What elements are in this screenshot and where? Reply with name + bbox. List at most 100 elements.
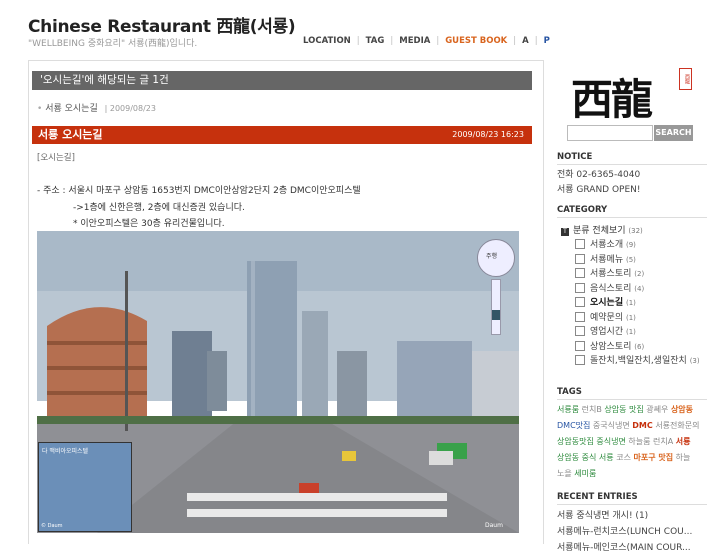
tree-node-icon xyxy=(575,340,585,351)
category-item[interactable]: 영업시간 (1) xyxy=(575,324,708,339)
tree-node-icon xyxy=(575,268,585,278)
category-item[interactable]: 상암스토리 (6) xyxy=(575,339,708,354)
tag-link[interactable]: 런치B xyxy=(582,405,602,414)
category-item-selected[interactable]: 오시는길 (1) xyxy=(575,295,708,310)
nav-guestbook[interactable]: GUEST BOOK xyxy=(445,36,507,46)
category-root-label[interactable]: 분류 전체보기 xyxy=(573,226,626,236)
divider xyxy=(557,399,707,400)
mini-map-label: 다 맥비아오피스텔 xyxy=(42,448,89,455)
tree-node-icon xyxy=(575,355,585,365)
category-name[interactable]: 오시는길 xyxy=(590,298,623,308)
tag-link[interactable]: DMC맛집 xyxy=(557,421,590,430)
tag-link[interactable]: 서룡전화문의 xyxy=(655,421,699,430)
category-name[interactable]: 예약문의 xyxy=(590,313,623,323)
mini-map[interactable]: 다 맥비아오피스텔 © Daum xyxy=(38,442,132,532)
top-nav: LOCATION | TAG | MEDIA | GUEST BOOK | A … xyxy=(303,36,550,46)
tag-link[interactable]: 세미룸 xyxy=(574,469,596,478)
tag-link[interactable]: 상암동 xyxy=(557,453,579,462)
notice-list: 전화 02-6365-4040 서룡 GRAND OPEN! xyxy=(557,168,641,198)
category-count: (4) xyxy=(634,284,645,293)
category-count: (6) xyxy=(634,342,645,351)
tree-node-icon xyxy=(575,311,585,322)
tag-link[interactable]: 코스 xyxy=(616,453,631,462)
tag-link[interactable]: 상암동 맛집 xyxy=(604,405,643,414)
post-title[interactable]: 서룡 오시는길 xyxy=(38,128,103,141)
nav-media[interactable]: MEDIA xyxy=(399,36,430,46)
divider xyxy=(557,504,707,505)
nav-location[interactable]: LOCATION xyxy=(303,36,351,46)
tree-node-icon xyxy=(575,253,585,264)
notice-item[interactable]: 전화 02-6365-4040 xyxy=(557,168,641,183)
result-title[interactable]: 서룡 오시는길 xyxy=(45,104,98,114)
site-title[interactable]: Chinese Restaurant 西龍(서룡) xyxy=(28,12,296,37)
nav-separator: | xyxy=(436,36,440,46)
recent-entry[interactable]: 서룡메뉴-메인코스(MAIN COUR... xyxy=(557,540,692,556)
search-result-heading: '오시는길'에 해당되는 글 1건 xyxy=(32,71,532,90)
search-result-item[interactable]: • 서룡 오시는길 | 2009/08/23 xyxy=(37,101,156,114)
category-name[interactable]: 돌잔치,백일잔치,생일잔치 xyxy=(590,356,687,366)
tag-link[interactable]: 중국식냉면 xyxy=(593,421,630,430)
category-name[interactable]: 음식스토리 xyxy=(590,284,631,294)
mini-map-logo: © Daum xyxy=(41,523,63,529)
category-item[interactable]: 서룡스토리 (2) xyxy=(575,266,708,281)
category-count: (1) xyxy=(626,313,636,322)
category-count: (1) xyxy=(626,299,636,307)
category-root-count: (32) xyxy=(628,227,643,235)
zoom-handle[interactable] xyxy=(492,310,500,320)
tag-link[interactable]: 서룡 xyxy=(599,453,614,462)
divider xyxy=(557,164,707,165)
tree-node-icon xyxy=(575,326,585,336)
category-name[interactable]: 서룡스토리 xyxy=(590,269,631,279)
tag-link[interactable]: 상암동맛집 xyxy=(557,437,594,446)
compass-label: 주행 xyxy=(486,253,498,260)
category-item[interactable]: 음식스토리 (4) xyxy=(575,281,708,296)
tag-link[interactable]: 노을 xyxy=(557,469,572,478)
result-date: | 2009/08/23 xyxy=(104,104,156,113)
category-item[interactable]: 서룡메뉴 (5) xyxy=(575,252,708,267)
tag-link[interactable]: 하늘룸 xyxy=(628,437,650,446)
recent-entry[interactable]: 서룡 중식냉면 개시! (1) xyxy=(557,508,692,524)
tag-link[interactable]: 중식냉면 xyxy=(596,437,625,446)
nav-separator: | xyxy=(390,36,394,46)
category-heading: CATEGORY xyxy=(557,205,608,215)
compass-control[interactable]: 주행 xyxy=(477,239,515,277)
category-name[interactable]: 상암스토리 xyxy=(590,342,631,352)
brand-logo[interactable]: 西龍 xyxy=(571,66,653,127)
post-category[interactable]: [오시는길] xyxy=(37,151,75,163)
tree-toggle-icon[interactable]: T xyxy=(561,228,569,236)
recent-entry[interactable]: 서룡메뉴-런치코스(LUNCH COU... xyxy=(557,524,692,540)
tag-link[interactable]: 런치A xyxy=(653,437,673,446)
notice-item[interactable]: 서룡 GRAND OPEN! xyxy=(557,183,641,198)
category-item[interactable]: 돌잔치,백일잔치,생일잔치 (3) xyxy=(575,353,708,379)
category-item[interactable]: 서룡소개 (9) xyxy=(575,237,708,252)
category-name[interactable]: 서룡메뉴 xyxy=(590,255,623,265)
address-note: ->1층에 신한은행, 2층에 대신증권 있습니다. xyxy=(73,202,245,213)
nav-tag[interactable]: TAG xyxy=(366,36,385,46)
nav-p[interactable]: P xyxy=(544,36,550,46)
zoom-slider[interactable] xyxy=(491,279,501,335)
tag-link[interactable]: 상암동 xyxy=(671,405,693,414)
notice-heading: NOTICE xyxy=(557,152,593,162)
tag-link[interactable]: DMC xyxy=(632,421,652,430)
tag-cloud: 서룡룸 런치B 상암동 맛집 광쎄우 상암동 DMC맛집 중국식냉면 DMC 서… xyxy=(557,402,707,482)
category-name[interactable]: 영업시간 xyxy=(590,327,623,337)
search-input[interactable] xyxy=(567,125,653,141)
category-root[interactable]: T 분류 전체보기 (32) xyxy=(561,223,643,236)
post-datetime: 2009/08/23 16:23 xyxy=(452,130,524,139)
category-count: (2) xyxy=(634,270,645,278)
category-name[interactable]: 서룡소개 xyxy=(590,240,623,250)
post-body: - 주소 : 서울시 마포구 상암동 1653번지 DMC이안상암2단지 2층 … xyxy=(37,183,361,233)
tag-link[interactable]: 광쎄우 xyxy=(646,405,668,414)
nav-a[interactable]: A xyxy=(522,36,529,46)
tag-link[interactable]: 마포구 맛집 xyxy=(633,453,673,462)
tag-link[interactable]: 서룡룸 xyxy=(557,405,579,414)
tag-link[interactable]: 서룡 xyxy=(676,437,691,446)
tag-link[interactable]: 하늘 xyxy=(676,453,691,462)
street-view-image[interactable]: 다 맥비아오피스텔 © Daum 주행 Daum xyxy=(37,231,519,533)
category-item[interactable]: 예약문의 (1) xyxy=(575,310,708,325)
search-button[interactable]: SEARCH xyxy=(654,125,693,141)
tags-heading: TAGS xyxy=(557,387,582,397)
address-line: - 주소 : 서울시 마포구 상암동 1653번지 DMC이안상암2단지 2층 … xyxy=(37,186,361,196)
tag-link[interactable]: 중식 xyxy=(582,453,597,462)
tree-node-icon xyxy=(575,297,585,307)
